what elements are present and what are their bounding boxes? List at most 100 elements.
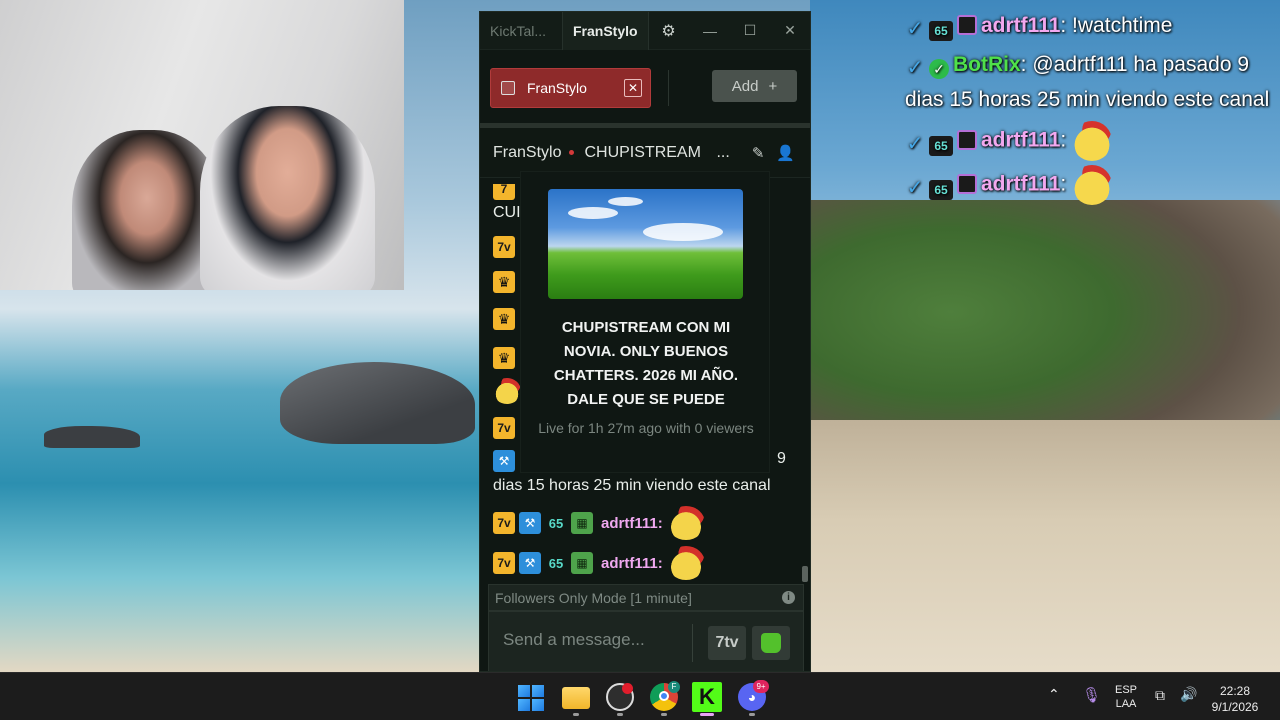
gear-icon[interactable]: ⚙ [649, 21, 689, 41]
obs-recording-dot [622, 683, 633, 694]
verified-badge-icon: ✓ [929, 59, 949, 79]
emote-icon [493, 378, 521, 404]
kick-emote-button[interactable] [752, 626, 790, 660]
seven-tv-badge-icon: 7v [493, 552, 515, 574]
santa-emote-icon [1072, 165, 1113, 205]
channel-avatar-icon [501, 81, 515, 95]
running-indicator [749, 713, 755, 716]
santa-emote-icon [666, 546, 705, 580]
chrome-center-icon [659, 691, 669, 701]
keyboard-layout: LAA [1115, 698, 1137, 710]
overlay-chat-user: adrtf111 [981, 172, 1061, 196]
stream-thumbnail [548, 189, 743, 299]
close-tab-button[interactable]: ✕ [624, 79, 642, 97]
thumbnail-cloud [643, 223, 723, 241]
chat-message: 7v ⚒ 65 ▦ adrtf111: [493, 546, 705, 580]
santa-emote-icon [666, 506, 705, 540]
chat-text: dias 15 horas 25 min viendo este canal [493, 477, 771, 494]
title-bar[interactable]: KickTal... FranStylo ⚙ — ☐ ✕ [480, 12, 810, 50]
stream-title[interactable]: CHUPISTREAM [584, 144, 716, 162]
running-indicator [617, 713, 623, 716]
stream-title-full: CHUPISTREAM CON MI NOVIA. ONLY BUENOS CH… [553, 319, 739, 408]
composer-divider [692, 624, 693, 662]
wallpaper-rock-small [44, 426, 140, 448]
overlay-chat-text: : [1060, 172, 1067, 196]
live-indicator-icon [569, 150, 575, 155]
chat-message: 7v ⚒ 65 ▦ adrtf111: [493, 506, 705, 540]
channel-name[interactable]: FranStylo [493, 144, 561, 162]
chat-username[interactable]: adrtf111: [601, 555, 663, 572]
tv-badge-icon [957, 173, 977, 194]
santa-emote-icon [1072, 121, 1113, 161]
volume-icon[interactable]: 🔊 [1180, 686, 1197, 703]
chat-message-line: dias 15 horas 25 min viendo este canal [493, 477, 771, 495]
overlay-chat-user: adrtf111 [981, 14, 1061, 37]
webcam-person [200, 106, 375, 290]
chat-badges: 7v [493, 417, 515, 439]
minimize-button[interactable]: — [690, 23, 730, 39]
kick-emote-icon [761, 633, 781, 653]
clock-time: 22:28 [1219, 684, 1251, 698]
overlay-chat-text: : !watchtime [1060, 14, 1173, 37]
chat-username[interactable]: adrtf111: [601, 515, 663, 532]
channel-tab-franstylo[interactable]: FranStylo ✕ [490, 68, 651, 108]
wallpaper-rock [280, 362, 475, 444]
chat-scrollbar[interactable] [802, 566, 808, 582]
thumbnail-cloud [608, 197, 643, 206]
overlay-chat-message: ✓ ✓ BotRix: @adrtf111 ha pasado 9 dias 15 … [905, 47, 1277, 117]
chat-badges: ♛ [493, 347, 515, 369]
overlay-chat-user: BotRix [953, 53, 1021, 76]
chat-message-partial: CUI [493, 204, 521, 222]
chrome-profile-badge: F [668, 681, 680, 693]
seven-tv-badge-icon: 65 [929, 21, 953, 41]
close-button[interactable]: ✕ [770, 22, 810, 39]
language-indicator[interactable]: ESP LAA [1112, 683, 1140, 711]
wallpaper-beach [810, 420, 1280, 672]
moderator-badge-icon: ⚒ [519, 512, 541, 534]
info-icon[interactable]: i [782, 591, 795, 604]
running-indicator [573, 713, 579, 716]
user-icon[interactable]: 👤 [776, 144, 795, 162]
add-channel-button[interactable]: Add + [712, 70, 797, 102]
followers-only-label: Followers Only Mode [1 minute] [495, 589, 692, 606]
overlay-chat-message: ✓ 65 adrtf111: [905, 165, 1277, 205]
chat-badges: 7 [493, 184, 515, 200]
moderator-badge-icon: ⚒ [493, 450, 515, 472]
app-title: KickTal... [490, 22, 547, 39]
network-icon[interactable]: ⧉ [1155, 687, 1165, 704]
chat-badges: 7v [493, 236, 515, 258]
seven-tv-emote-button[interactable]: 7tv [708, 626, 746, 660]
maximize-button[interactable]: ☐ [730, 22, 770, 39]
clock[interactable]: 22:28 9/1/2026 [1206, 683, 1264, 715]
pin-icon[interactable]: ✎ [752, 144, 765, 162]
message-input[interactable] [503, 630, 683, 650]
followers-only-notice: Followers Only Mode [1 minute] i [488, 584, 804, 611]
chat-text: 9 [777, 450, 786, 467]
seven-tv-badge-icon: 7v [493, 512, 515, 534]
channel-tabs-bar: FranStylo ✕ Add + [480, 50, 810, 128]
clock-date: 9/1/2026 [1211, 700, 1259, 714]
crown-badge-icon: ♛ [493, 271, 515, 293]
language-code: ESP [1114, 684, 1137, 696]
seven-tv-badge-icon: 65 [929, 179, 953, 200]
kick-icon[interactable]: K [692, 682, 722, 712]
seven-tv-badge-icon: 7 [493, 184, 515, 200]
file-explorer-icon[interactable] [562, 687, 590, 709]
kicktalk-window: KickTal... FranStylo ⚙ — ☐ ✕ FranStylo ✕… [479, 11, 811, 672]
microphone-icon[interactable]: 🎙 [1082, 686, 1101, 704]
running-indicator [661, 713, 667, 716]
tv-badge-icon [957, 129, 977, 150]
tv-badge-icon: 65 [545, 512, 567, 534]
discord-notification-badge: 9+ [753, 680, 769, 693]
thumbnail-cloud [568, 207, 618, 219]
crown-badge-icon: ♛ [493, 308, 515, 330]
chevron-up-icon[interactable]: ⌃ [1048, 686, 1060, 703]
chat-badges: ♛ [493, 271, 515, 293]
chat-message-tail: 9 [777, 450, 786, 468]
windows-start-icon[interactable] [518, 685, 544, 711]
window-tab-franstylo[interactable]: FranStylo [562, 12, 649, 50]
add-button-label: Add [731, 77, 759, 95]
chat-badges [493, 378, 521, 404]
stream-title-ellipsis: ... [716, 143, 730, 161]
chat-badges: ♛ [493, 308, 515, 330]
